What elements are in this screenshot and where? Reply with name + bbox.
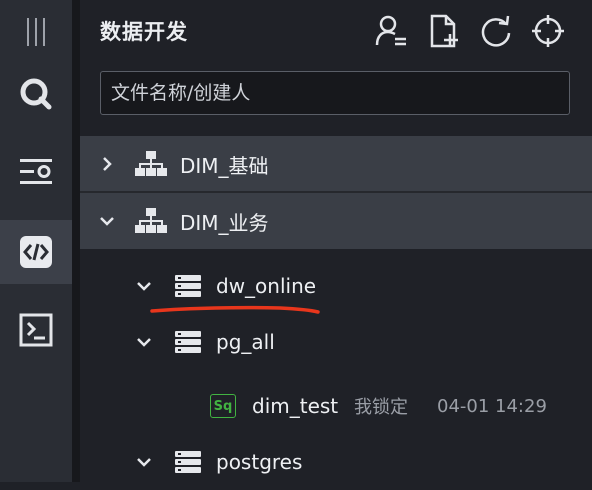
tree-file-row[interactable]: Sq dim_test 我锁定 04-01 14:29 — [80, 378, 592, 434]
lock-status: 我锁定 — [354, 397, 408, 418]
list-settings-icon[interactable] — [0, 140, 72, 204]
tree-group-row[interactable]: DIM_业务 — [80, 193, 592, 249]
code-icon[interactable] — [0, 220, 72, 284]
sql-badge: Sq — [210, 394, 236, 418]
hierarchy-icon — [135, 136, 167, 192]
chevron-right-icon[interactable] — [100, 136, 114, 192]
panel-title: 数据开发 — [100, 20, 188, 44]
hierarchy-icon — [135, 193, 167, 249]
tree-database-row[interactable]: pg_all — [80, 314, 592, 370]
tree-group-row[interactable]: DIM_基础 — [80, 136, 592, 192]
user-filter-icon[interactable] — [374, 14, 408, 48]
terminal-icon[interactable] — [0, 298, 72, 362]
nav-rail — [0, 0, 72, 482]
chevron-down-icon[interactable] — [99, 193, 115, 249]
tree-database-label: pg_all — [216, 330, 275, 354]
menu-handle-icon[interactable] — [0, 0, 72, 64]
search-input[interactable] — [100, 71, 570, 115]
modified-time: 04-01 14:29 — [437, 395, 547, 417]
panel-divider — [72, 0, 80, 482]
locate-icon[interactable] — [531, 14, 565, 48]
refresh-icon[interactable] — [479, 14, 513, 48]
tree-group-label: DIM_基础 — [180, 153, 269, 178]
chevron-down-icon[interactable] — [136, 314, 152, 370]
sql-file-icon: Sq — [210, 378, 236, 434]
search-icon[interactable] — [0, 62, 72, 126]
data-dev-panel: 数据开发 文件名称/创建人 DIM_基础 DIM_业务 dw_online pg… — [80, 0, 592, 482]
tree-group-label: DIM_业务 — [180, 210, 269, 235]
database-icon — [175, 314, 201, 370]
new-file-icon[interactable] — [427, 14, 461, 48]
file-label: dim_test — [252, 394, 339, 418]
